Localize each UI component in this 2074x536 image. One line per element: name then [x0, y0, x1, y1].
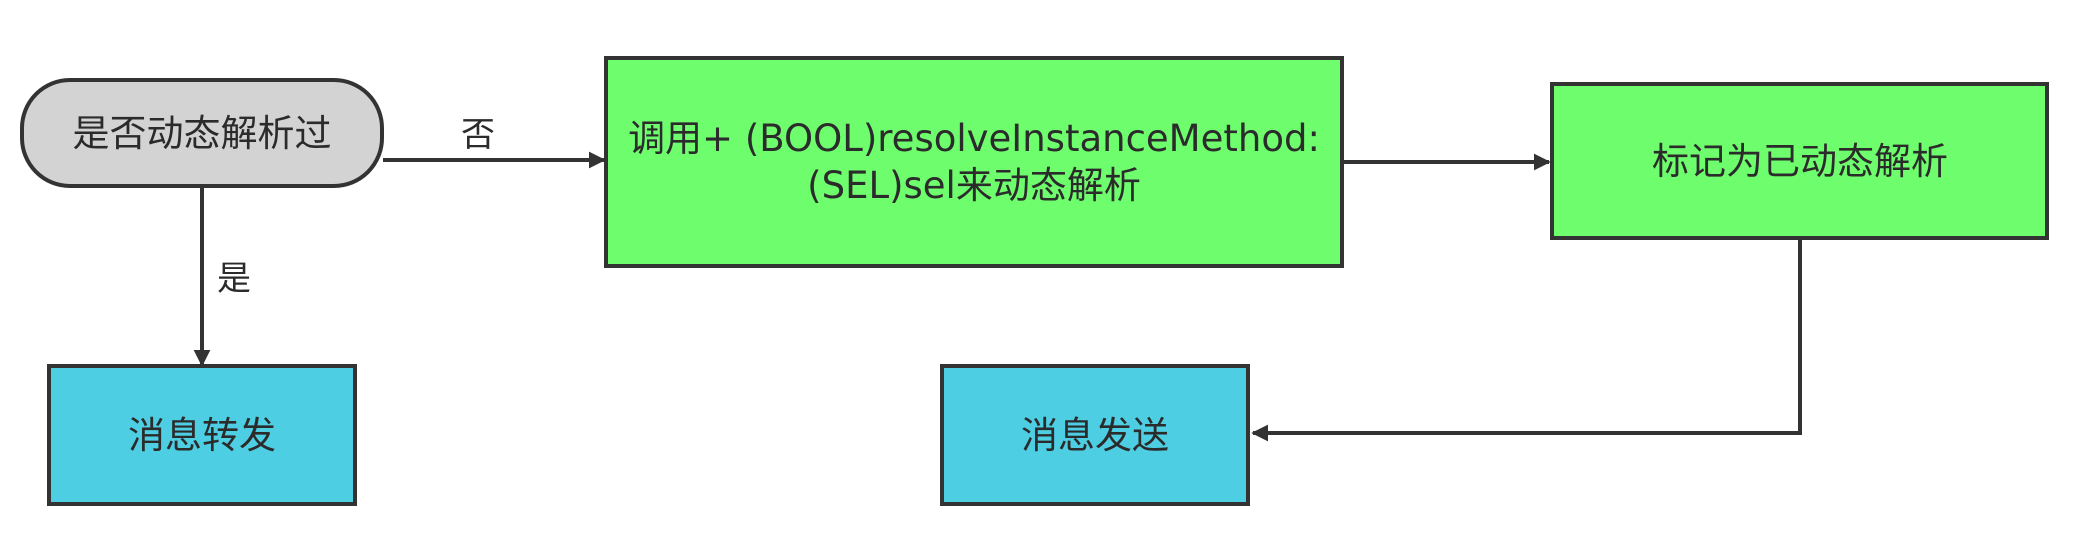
node-send: 消息发送: [940, 364, 1250, 506]
node-resolve-label-line1: 调用+ (BOOL)resolveInstanceMethod:: [628, 117, 1320, 160]
node-mark-label: 标记为已动态解析: [1652, 140, 1948, 183]
node-forward-label: 消息转发: [128, 414, 276, 457]
edge-label-no: 否: [461, 115, 495, 155]
node-start: 是否动态解析过: [20, 78, 384, 188]
node-send-label: 消息发送: [1021, 414, 1169, 457]
flowchart: 否 是 是否动态解析过 调用+ (BOOL)resolveInstanceMet…: [20, 56, 2049, 506]
node-forward: 消息转发: [47, 364, 357, 506]
node-start-label: 是否动态解析过: [73, 112, 332, 155]
node-mark: 标记为已动态解析: [1550, 82, 2049, 240]
node-resolve-label-line2: (SEL)sel来动态解析: [807, 164, 1141, 207]
edge-label-yes: 是: [217, 259, 251, 299]
edge-mark-to-send: [1251, 240, 1802, 442]
node-resolve-shape: [604, 56, 1344, 268]
node-resolve: 调用+ (BOOL)resolveInstanceMethod: (SEL)se…: [604, 56, 1344, 268]
